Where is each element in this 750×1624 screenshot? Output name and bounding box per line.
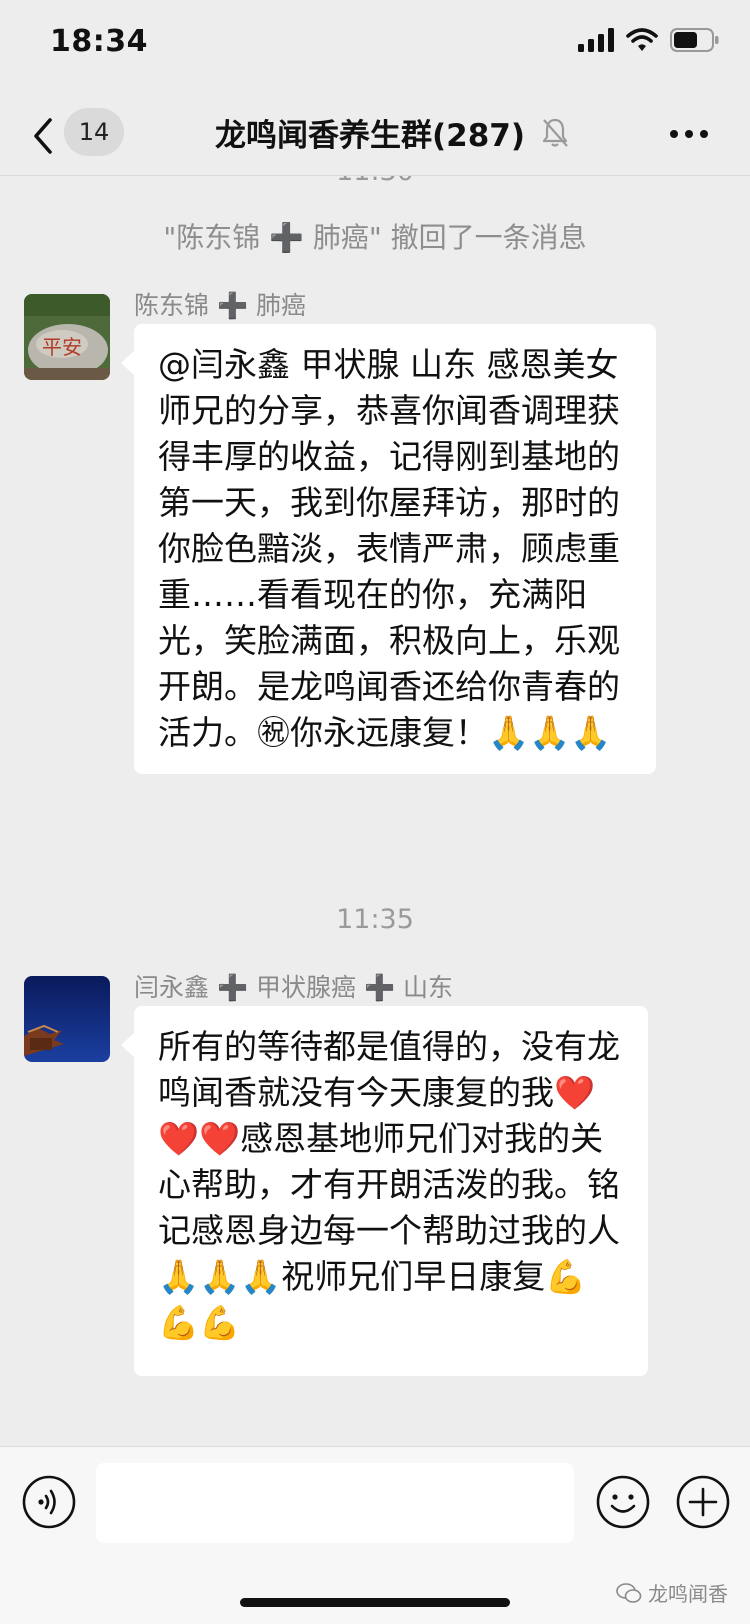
- more-options-button[interactable]: [668, 114, 710, 154]
- unread-count-badge[interactable]: 14: [64, 108, 124, 156]
- avatar[interactable]: 平安: [24, 294, 110, 380]
- status-icons: [578, 28, 720, 52]
- message-bubble[interactable]: 所有的等待都是值得的，没有龙鸣闻香就没有今天康复的我❤️❤️❤️感恩基地师兄们对…: [121, 1006, 648, 1376]
- sender-name: 闫永鑫 ➕ 甲状腺癌 ➕ 山东: [134, 973, 454, 1002]
- timestamp: 11:35: [336, 904, 414, 935]
- plus-icon: [676, 1475, 730, 1529]
- home-indicator[interactable]: [240, 1598, 510, 1607]
- watermark: 龙鸣闻香: [616, 1578, 728, 1607]
- smiley-icon: [596, 1475, 650, 1529]
- night-pavilion-avatar-icon: [24, 976, 110, 1062]
- chat-header: 14 龙鸣闻香养生群(287): [0, 96, 750, 176]
- more-dots-icon: [670, 130, 708, 138]
- more-actions-button[interactable]: [676, 1475, 730, 1529]
- sender-name: 陈东锦 ➕ 肺癌: [134, 291, 307, 320]
- watermark-text: 龙鸣闻香: [648, 1582, 728, 1606]
- status-time: 18:34: [50, 24, 148, 59]
- chat-title: 龙鸣闻香养生群(287): [214, 118, 526, 154]
- status-bar: 18:34: [0, 0, 750, 96]
- message-bubble[interactable]: @闫永鑫 甲状腺 山东 感恩美女师兄的分享，恭喜你闻香调理获得丰厚的收益，记得刚…: [121, 324, 656, 774]
- chat-message-list[interactable]: 11:30 "陈东锦 ➕ 肺癌" 撤回了一条消息 平安 陈东锦 ➕ 肺癌 @闫永…: [0, 176, 750, 1446]
- wechat-logo-icon: [616, 1582, 642, 1603]
- avatar[interactable]: [24, 976, 110, 1062]
- chevron-left-icon: [34, 118, 52, 154]
- emoji-button[interactable]: [596, 1475, 650, 1529]
- mute-bell-icon: [542, 118, 568, 147]
- stone-ping-an-avatar-icon: 平安: [24, 294, 110, 380]
- back-button[interactable]: [26, 112, 62, 160]
- signal-icon: [578, 28, 614, 52]
- svg-text:平安: 平安: [42, 335, 82, 359]
- message-text-input[interactable]: [96, 1463, 574, 1543]
- wifi-icon: [626, 28, 658, 51]
- voice-input-button[interactable]: [22, 1475, 76, 1529]
- recall-notice: "陈东锦 ➕ 肺癌" 撤回了一条消息: [163, 221, 587, 254]
- voice-icon: [22, 1475, 76, 1529]
- timestamp: 11:30: [0, 176, 750, 187]
- battery-icon: [670, 28, 719, 52]
